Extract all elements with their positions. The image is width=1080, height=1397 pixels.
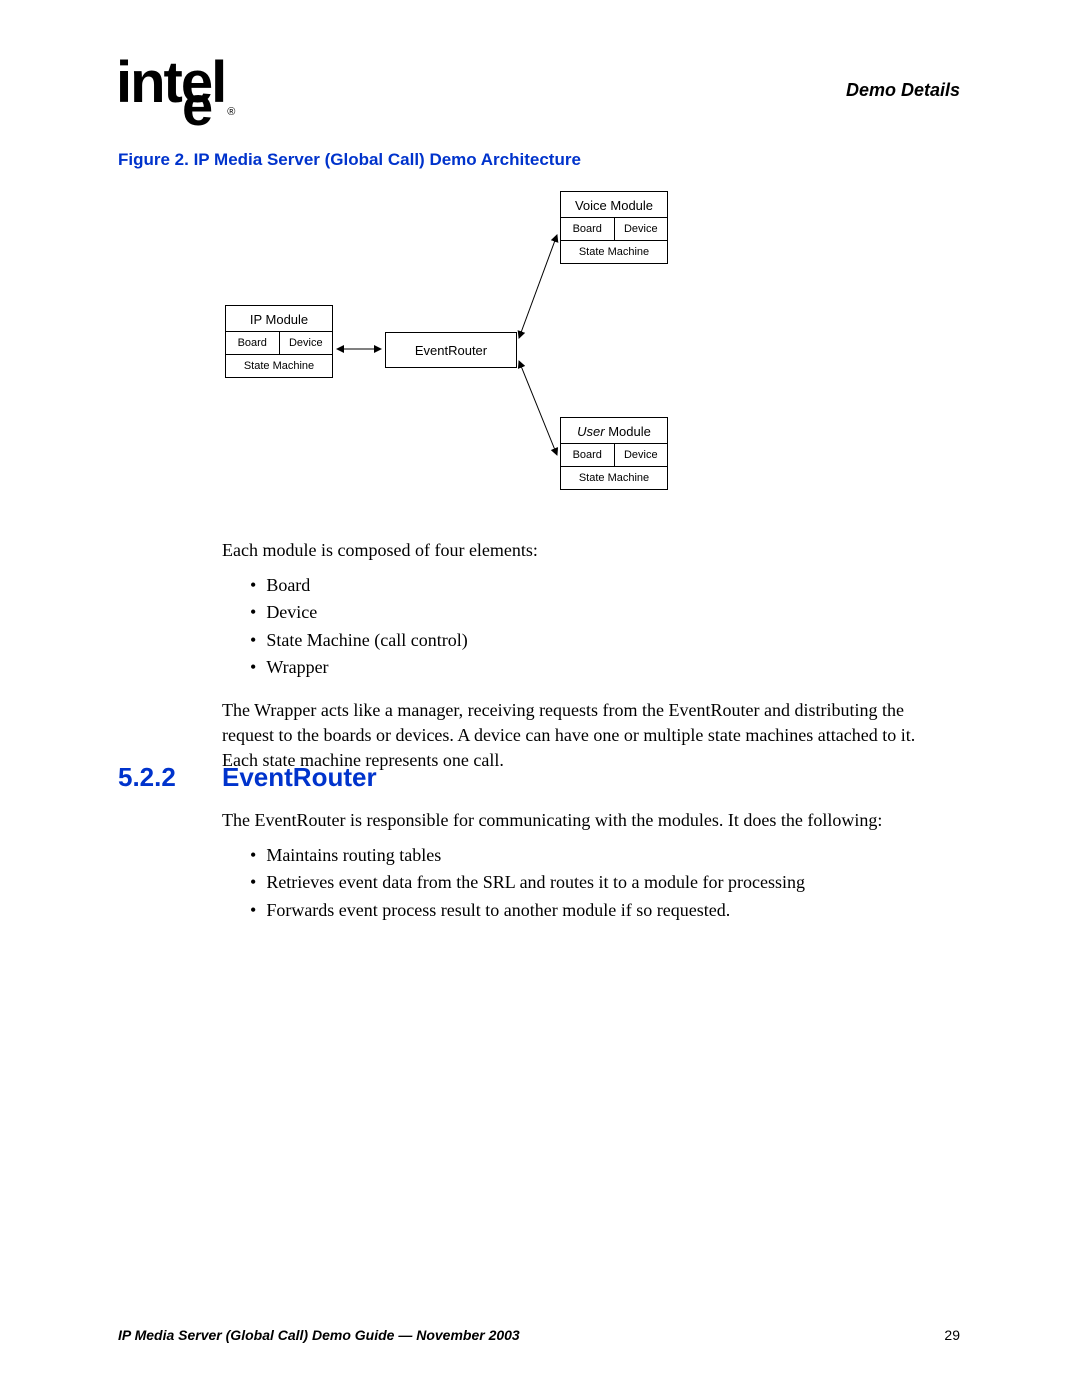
header-section-title: Demo Details bbox=[846, 80, 960, 101]
elements-list: Board Device State Machine (call control… bbox=[222, 573, 942, 680]
section-heading: 5.2.2 EventRouter bbox=[118, 762, 377, 793]
voice-module-box: Voice Module Board Device State Machine bbox=[560, 191, 668, 264]
ip-module-board: Board bbox=[226, 332, 280, 354]
eventrouter-box: EventRouter bbox=[385, 332, 517, 368]
user-module-device: Device bbox=[615, 444, 668, 466]
page-footer: IP Media Server (Global Call) Demo Guide… bbox=[118, 1327, 960, 1343]
section-title: EventRouter bbox=[222, 762, 377, 793]
ip-module-title: IP Module bbox=[226, 306, 332, 331]
page-number: 29 bbox=[944, 1327, 960, 1343]
page: inteel® Demo Details Figure 2. IP Media … bbox=[0, 0, 1080, 1397]
user-module-title-suffix: Module bbox=[605, 424, 651, 439]
section-number: 5.2.2 bbox=[118, 762, 222, 793]
voice-module-board: Board bbox=[561, 218, 615, 240]
paragraph-eventrouter: The EventRouter is responsible for commu… bbox=[222, 808, 942, 833]
list-item: Forwards event process result to another… bbox=[250, 898, 942, 923]
eventrouter-list: Maintains routing tables Retrieves event… bbox=[222, 843, 942, 923]
user-module-title-prefix: User bbox=[577, 424, 604, 439]
intel-logo: inteel® bbox=[116, 54, 233, 118]
footer-title: IP Media Server (Global Call) Demo Guide… bbox=[118, 1327, 520, 1343]
list-item: Retrieves event data from the SRL and ro… bbox=[250, 870, 942, 895]
ip-module-state: State Machine bbox=[226, 354, 332, 377]
list-item: State Machine (call control) bbox=[250, 628, 942, 653]
user-module-title: User Module bbox=[561, 418, 667, 443]
user-module-state: State Machine bbox=[561, 466, 667, 489]
body-text-1: Each module is composed of four elements… bbox=[222, 538, 942, 784]
voice-module-device: Device bbox=[615, 218, 668, 240]
architecture-diagram: IP Module Board Device State Machine Voi… bbox=[225, 185, 675, 515]
list-item: Board bbox=[250, 573, 942, 598]
voice-module-title: Voice Module bbox=[561, 192, 667, 217]
list-item: Maintains routing tables bbox=[250, 843, 942, 868]
voice-module-state: State Machine bbox=[561, 240, 667, 263]
figure-caption: Figure 2. IP Media Server (Global Call) … bbox=[118, 150, 581, 170]
user-module-board: Board bbox=[561, 444, 615, 466]
registered-mark: ® bbox=[227, 106, 233, 118]
ip-module-box: IP Module Board Device State Machine bbox=[225, 305, 333, 378]
ip-module-device: Device bbox=[280, 332, 333, 354]
list-item: Device bbox=[250, 600, 942, 625]
list-item: Wrapper bbox=[250, 655, 942, 680]
user-module-box: User Module Board Device State Machine bbox=[560, 417, 668, 490]
body-text-2: The EventRouter is responsible for commu… bbox=[222, 808, 942, 925]
paragraph-intro-elements: Each module is composed of four elements… bbox=[222, 538, 942, 563]
